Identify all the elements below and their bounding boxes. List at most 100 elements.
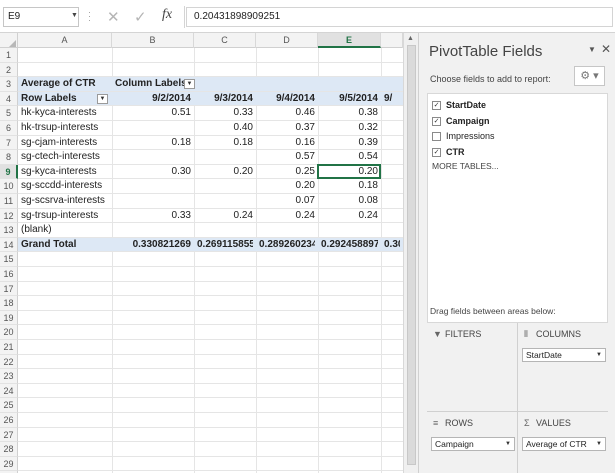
grand-total-value[interactable]: 0.289260234 <box>259 238 315 253</box>
values-field-pill[interactable]: Average of CTR ▼ <box>522 437 606 451</box>
pivot-value-cell[interactable]: 0.57 <box>259 150 315 165</box>
formula-input[interactable]: 0.20431898909251 <box>186 7 613 27</box>
row-header-29[interactable]: 29 <box>0 456 18 472</box>
row-header-7[interactable]: 7 <box>0 135 18 151</box>
row-header-21[interactable]: 21 <box>0 340 18 355</box>
row-header-6[interactable]: 6 <box>0 121 18 136</box>
column-labels-header[interactable]: Column Labels <box>115 77 193 92</box>
pivot-value-cell[interactable]: 0.24 <box>259 209 315 224</box>
field-item-startdate[interactable]: ✓ StartDate <box>432 99 486 113</box>
pivot-value-cell[interactable]: 0.33 <box>197 106 253 121</box>
row-labels-filter-button[interactable]: ▼ <box>97 93 108 104</box>
checkbox-checked-icon[interactable]: ✓ <box>432 147 441 157</box>
pivot-row-label[interactable]: sg-sccdd-interests <box>21 179 109 194</box>
row-header-8[interactable]: 8 <box>0 150 18 165</box>
row-header-24[interactable]: 24 <box>0 383 18 399</box>
date-column-header[interactable]: 9/5/2014 <box>321 92 378 107</box>
checkbox-checked-icon[interactable]: ✓ <box>432 101 441 111</box>
chevron-down-icon[interactable]: ▼ <box>596 352 602 358</box>
row-header-26[interactable]: 26 <box>0 413 18 428</box>
pivot-row-label[interactable]: sg-ctech-interests <box>21 150 109 165</box>
active-cell-selection[interactable] <box>317 163 381 180</box>
date-column-header[interactable]: 9/ <box>384 92 400 107</box>
row-header-19[interactable]: 19 <box>0 310 18 326</box>
rows-field-pill[interactable]: Campaign ▼ <box>431 437 515 451</box>
checkbox-unchecked-icon[interactable] <box>432 132 441 142</box>
pivot-row-label[interactable]: sg-scsrva-interests <box>21 194 109 209</box>
row-header-25[interactable]: 25 <box>0 398 18 413</box>
row-header-1[interactable]: 1 <box>0 48 18 63</box>
close-icon[interactable]: ✕ <box>601 42 611 56</box>
row-header-28[interactable]: 28 <box>0 442 18 457</box>
filters-area[interactable]: ▼ FILTERS <box>427 323 517 411</box>
column-header-partial[interactable] <box>381 33 403 48</box>
pivot-value-cell[interactable]: 0.24 <box>197 209 253 224</box>
row-header-14[interactable]: 14 <box>0 237 18 253</box>
grand-total-value[interactable]: 0.292458897 <box>321 238 378 253</box>
tools-gear-button[interactable]: ⚙ ▾ <box>574 66 605 86</box>
scrollbar-thumb[interactable] <box>407 45 416 465</box>
pivot-value-cell[interactable]: 0.30 <box>115 165 191 180</box>
name-box[interactable]: E9 ▼ <box>3 7 79 27</box>
grand-total-label[interactable]: Grand Total <box>21 238 109 253</box>
row-header-9[interactable]: 9 <box>0 164 18 180</box>
insert-function-button[interactable]: fx <box>162 7 172 23</box>
enter-check-icon[interactable]: ✓ <box>134 8 147 26</box>
date-column-header[interactable]: 9/3/2014 <box>197 92 253 107</box>
row-header-20[interactable]: 20 <box>0 325 18 340</box>
columns-area[interactable]: ⦀ COLUMNS StartDate ▼ <box>518 323 608 411</box>
pivot-value-cell[interactable]: 0.32 <box>321 121 378 136</box>
pivot-value-cell[interactable]: 0.33 <box>115 209 191 224</box>
chevron-down-icon[interactable]: ▼ <box>596 441 602 447</box>
pivot-value-cell[interactable]: 0.37 <box>259 121 315 136</box>
pivot-value-cell[interactable]: 0.39 <box>321 136 378 151</box>
pivot-row-label[interactable]: sg-cjam-interests <box>21 136 109 151</box>
pivot-value-cell[interactable]: 0.18 <box>115 136 191 151</box>
columns-field-pill[interactable]: StartDate ▼ <box>522 348 606 362</box>
row-header-11[interactable]: 11 <box>0 194 18 209</box>
checkbox-checked-icon[interactable]: ✓ <box>432 116 441 126</box>
chevron-down-icon[interactable]: ▼ <box>71 12 78 19</box>
row-header-15[interactable]: 15 <box>0 252 18 267</box>
row-header-16[interactable]: 16 <box>0 267 18 282</box>
row-header-4[interactable]: 4 <box>0 91 18 107</box>
pivot-row-label[interactable]: hk-trsup-interests <box>21 121 109 136</box>
pivot-value-cell[interactable]: 0.46 <box>259 106 315 121</box>
grand-total-value[interactable]: 0.269115855 <box>197 238 253 253</box>
row-header-18[interactable]: 18 <box>0 296 18 311</box>
column-header-e[interactable]: E <box>318 33 381 48</box>
pivot-value-cell[interactable]: 0.25 <box>259 165 315 180</box>
column-header-c[interactable]: C <box>194 33 256 48</box>
row-header-10[interactable]: 10 <box>0 179 18 194</box>
row-header-5[interactable]: 5 <box>0 106 18 121</box>
column-header-d[interactable]: D <box>256 33 318 48</box>
pivot-value-cell[interactable]: 0.51 <box>115 106 191 121</box>
field-item-ctr[interactable]: ✓ CTR <box>432 146 465 160</box>
field-item-campaign[interactable]: ✓ Campaign <box>432 115 490 129</box>
values-area[interactable]: Σ VALUES Average of CTR ▼ <box>518 412 608 473</box>
pivot-value-cell[interactable]: 0.20 <box>197 165 253 180</box>
row-header-23[interactable]: 23 <box>0 369 18 384</box>
select-all-corner[interactable] <box>0 33 18 48</box>
spreadsheet-grid[interactable]: ABCDE 1 2 3 4 5 6 7 8 9 10 11 12 13 14 15 16 17 18 19 20 21 2… <box>0 33 403 473</box>
column-header-b[interactable]: B <box>112 33 194 48</box>
pivot-value-cell[interactable]: 0.16 <box>259 136 315 151</box>
row-header-27[interactable]: 27 <box>0 427 18 443</box>
column-labels-filter-button[interactable]: ▼ <box>184 79 195 90</box>
vertical-scrollbar[interactable]: ▲ <box>403 33 418 473</box>
more-tables-link[interactable]: MORE TABLES... <box>432 161 499 171</box>
pivot-value-cell[interactable]: 0.20 <box>259 179 315 194</box>
pivot-value-cell[interactable]: 0.18 <box>321 179 378 194</box>
pivot-value-label[interactable]: Average of CTR <box>21 77 109 92</box>
row-header-17[interactable]: 17 <box>0 281 18 297</box>
pivot-value-cell[interactable]: 0.24 <box>321 209 378 224</box>
cancel-icon[interactable]: ✕ <box>107 8 120 26</box>
pivot-value-cell[interactable]: 0.18 <box>197 136 253 151</box>
pivot-value-cell[interactable]: 0.08 <box>321 194 378 209</box>
pivot-row-label[interactable]: (blank) <box>21 223 109 238</box>
date-column-header[interactable]: 9/2/2014 <box>115 92 191 107</box>
pivot-row-label[interactable]: sg-trsup-interests <box>21 209 109 224</box>
pivot-row-label[interactable]: hk-kyca-interests <box>21 106 109 121</box>
pane-options-chevron-icon[interactable]: ▼ <box>588 45 596 54</box>
field-item-impressions[interactable]: Impressions <box>432 130 495 144</box>
